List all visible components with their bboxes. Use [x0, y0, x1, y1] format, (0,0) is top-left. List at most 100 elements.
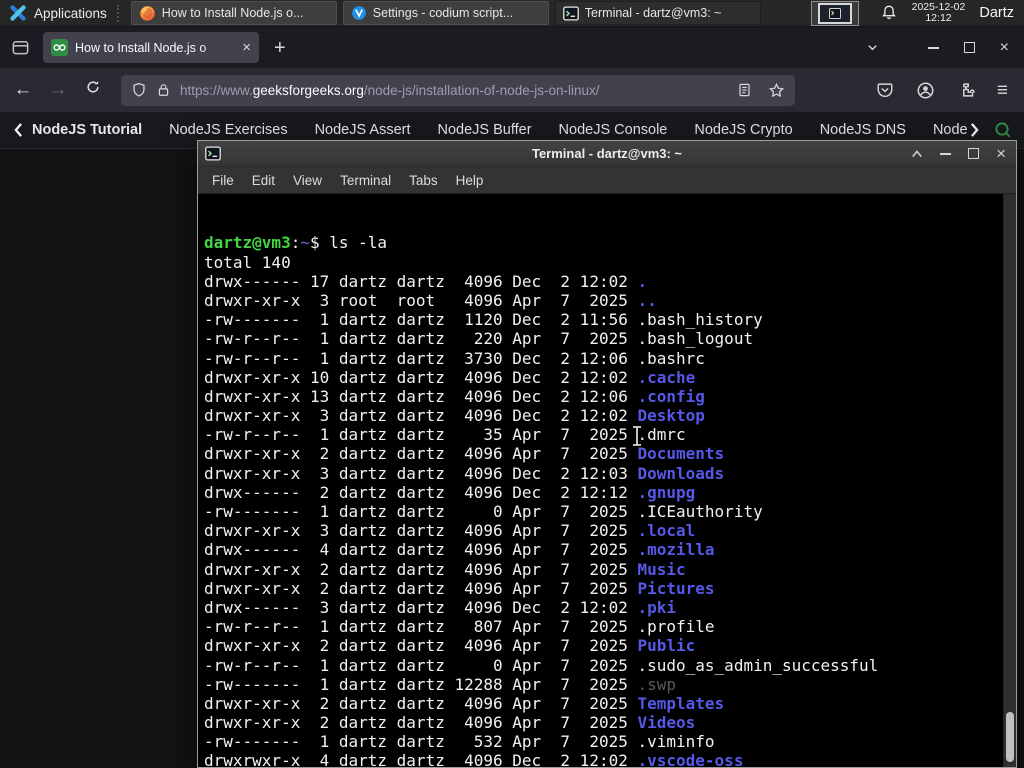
terminal-scrollbar-thumb[interactable]	[1006, 712, 1014, 762]
taskbar-window-codium[interactable]: Settings - codium script...	[342, 1, 549, 25]
terminal-menu-file[interactable]: File	[203, 173, 243, 188]
taskbar-window-terminal[interactable]: Terminal - dartz@vm3: ~	[554, 1, 761, 25]
user-menu[interactable]: Dartz	[979, 5, 1014, 21]
prompt-path: ~	[300, 233, 310, 253]
terminal-menu-view[interactable]: View	[284, 173, 331, 188]
taskbar-window-title: Settings - codium script...	[372, 6, 514, 20]
nav-item-nodejs-dns[interactable]: NodeJS DNS	[820, 122, 906, 138]
listing-row: drwx------ 17 dartz dartz 4096 Dec 2 12:…	[204, 272, 1016, 291]
nav-item-nodejs-console[interactable]: NodeJS Console	[559, 122, 668, 138]
file-name: Templates	[637, 693, 725, 713]
workspace-switcher[interactable]	[810, 0, 859, 26]
search-button[interactable]	[993, 120, 1013, 140]
file-name: .sudo_as_admin_successful	[637, 655, 879, 675]
distro-logo-icon	[10, 5, 26, 21]
file-meta: drwxr-xr-x 2 dartz dartz 4096 Apr 7 2025	[204, 578, 638, 598]
file-meta: drwx------ 17 dartz dartz 4096 Dec 2 12:…	[204, 271, 638, 291]
extensions-puzzle-icon[interactable]	[957, 81, 975, 99]
lock-icon[interactable]	[156, 82, 171, 98]
url-prefix: https://www.	[180, 82, 253, 98]
listing-row: drwxr-xr-x 13 dartz dartz 4096 Dec 2 12:…	[204, 387, 1016, 406]
file-meta: drwxr-xr-x 13 dartz dartz 4096 Dec 2 12:…	[204, 386, 638, 406]
listing-row: -rw------- 1 dartz dartz 0 Apr 7 2025 .I…	[204, 502, 1016, 521]
taskbar-window-title: Terminal - dartz@vm3: ~	[584, 6, 722, 20]
file-meta: -rw-r--r-- 1 dartz dartz 807 Apr 7 2025	[204, 617, 638, 637]
terminal-close-icon[interactable]: ×	[996, 145, 1006, 162]
prompt-colon: :	[290, 233, 301, 253]
menu-hamburger-icon[interactable]: ≡	[997, 81, 1008, 100]
terminal-minimize-icon[interactable]	[940, 152, 952, 155]
mouse-cursor-ibeam	[633, 425, 641, 447]
file-name: Videos	[637, 713, 696, 733]
notification-bell-icon[interactable]	[880, 4, 898, 22]
file-name: Pictures	[637, 578, 715, 598]
codium-icon	[351, 6, 366, 20]
reader-mode-icon[interactable]	[737, 82, 752, 98]
firefox-view-button[interactable]	[11, 38, 30, 57]
maximize-icon[interactable]	[963, 42, 975, 53]
nav-item-nodejs-exercises[interactable]: NodeJS Exercises	[169, 122, 287, 138]
listing-row: drwxr-xr-x 2 dartz dartz 4096 Apr 7 2025…	[204, 560, 1016, 579]
listing-row: drwx------ 2 dartz dartz 4096 Dec 2 12:1…	[204, 483, 1016, 502]
file-meta: drwxr-xr-x 2 dartz dartz 4096 Apr 7 2025	[204, 693, 638, 713]
terminal-title-bar[interactable]: Terminal - dartz@vm3: ~ ×	[198, 141, 1016, 167]
file-name: .profile	[637, 617, 715, 637]
urlbar-page-actions	[737, 82, 785, 99]
browser-tab[interactable]: How to Install Node.js o ×	[43, 32, 259, 63]
terminal-maximize-icon[interactable]	[968, 148, 980, 159]
nav-item-nodejs-crypto[interactable]: NodeJS Crypto	[694, 122, 792, 138]
minimize-icon[interactable]	[927, 46, 939, 49]
taskbar-window-firefox[interactable]: How to Install Node.js o...	[130, 1, 337, 25]
file-name: ..	[637, 290, 657, 310]
nav-back-nodejs-tutorial[interactable]: NodeJS Tutorial	[14, 122, 142, 138]
nav-item-nodejs-assert[interactable]: NodeJS Assert	[315, 122, 411, 138]
total-text: total 140	[204, 252, 291, 272]
file-name: .cache	[637, 367, 696, 387]
terminal-output[interactable]: dartz@vm3:~$ ls -la total 140 drwx------ 1…	[198, 194, 1016, 767]
listing-row: drwxr-xr-x 3 root root 4096 Apr 7 2025 .…	[204, 291, 1016, 310]
file-name: Desktop	[637, 406, 705, 426]
back-icon[interactable]: ←	[10, 79, 36, 101]
list-all-tabs-button[interactable]	[865, 40, 880, 55]
file-meta: -rw-r--r-- 1 dartz dartz 220 Apr 7 2025	[204, 329, 638, 349]
bookmark-star-icon[interactable]	[768, 82, 785, 99]
file-meta: drwxr-xr-x 2 dartz dartz 4096 Apr 7 2025	[204, 559, 638, 579]
tracking-shield-icon[interactable]	[131, 82, 147, 98]
file-name: .local	[637, 521, 696, 541]
listing-row: drwxrwxr-x 4 dartz dartz 4096 Dec 2 12:0…	[204, 751, 1016, 767]
new-tab-button[interactable]: +	[274, 38, 286, 58]
listing-row: drwxr-xr-x 2 dartz dartz 4096 Apr 7 2025…	[204, 713, 1016, 732]
shade-window-icon[interactable]	[911, 149, 923, 159]
total-line: total 140	[204, 253, 1016, 272]
tab-close-icon[interactable]: ×	[242, 40, 251, 55]
applications-menu-button[interactable]: Applications	[0, 0, 116, 26]
reload-icon[interactable]	[80, 79, 106, 101]
terminal-menu-terminal[interactable]: Terminal	[331, 173, 400, 188]
top-panel: Applications How to Install Node.js o...…	[0, 0, 1024, 27]
file-meta: drwx------ 4 dartz dartz 4096 Apr 7 2025	[204, 540, 638, 560]
file-meta: drwxr-xr-x 3 root root 4096 Apr 7 2025	[204, 290, 638, 310]
url-bar[interactable]: https://www.geeksforgeeks.org/node-js/in…	[121, 74, 795, 106]
file-name: .pki	[637, 597, 677, 617]
terminal-menu-edit[interactable]: Edit	[243, 173, 284, 188]
forward-icon[interactable]: →	[45, 79, 71, 101]
listing-row: drwx------ 4 dartz dartz 4096 Apr 7 2025…	[204, 540, 1016, 559]
file-meta: drwx------ 3 dartz dartz 4096 Dec 2 12:0…	[204, 597, 638, 617]
panel-clock[interactable]: 2025-12-02 12:12	[912, 1, 966, 25]
terminal-scrollbar[interactable]	[1003, 194, 1016, 767]
file-meta: -rw------- 1 dartz dartz 12288 Apr 7 202…	[204, 674, 638, 694]
nav-back-label: NodeJS Tutorial	[32, 122, 143, 138]
file-name: .gnupg	[637, 482, 696, 502]
nav-item-truncated[interactable]: Node	[933, 122, 979, 138]
listing-row: -rw------- 1 dartz dartz 1120 Dec 2 11:5…	[204, 310, 1016, 329]
desktop: Applications How to Install Node.js o...…	[0, 0, 1024, 768]
nav-item-nodejs-buffer[interactable]: NodeJS Buffer	[438, 122, 532, 138]
terminal-menu-tabs[interactable]: Tabs	[400, 173, 447, 188]
file-meta: -rw-r--r-- 1 dartz dartz 0 Apr 7 2025	[204, 655, 638, 675]
terminal-icon	[205, 146, 221, 161]
pocket-icon[interactable]	[876, 81, 894, 99]
terminal-menu-help[interactable]: Help	[447, 173, 493, 188]
close-icon[interactable]: ×	[1000, 39, 1009, 56]
toolbar-icons: ≡	[876, 81, 1014, 100]
account-icon[interactable]	[916, 81, 935, 100]
